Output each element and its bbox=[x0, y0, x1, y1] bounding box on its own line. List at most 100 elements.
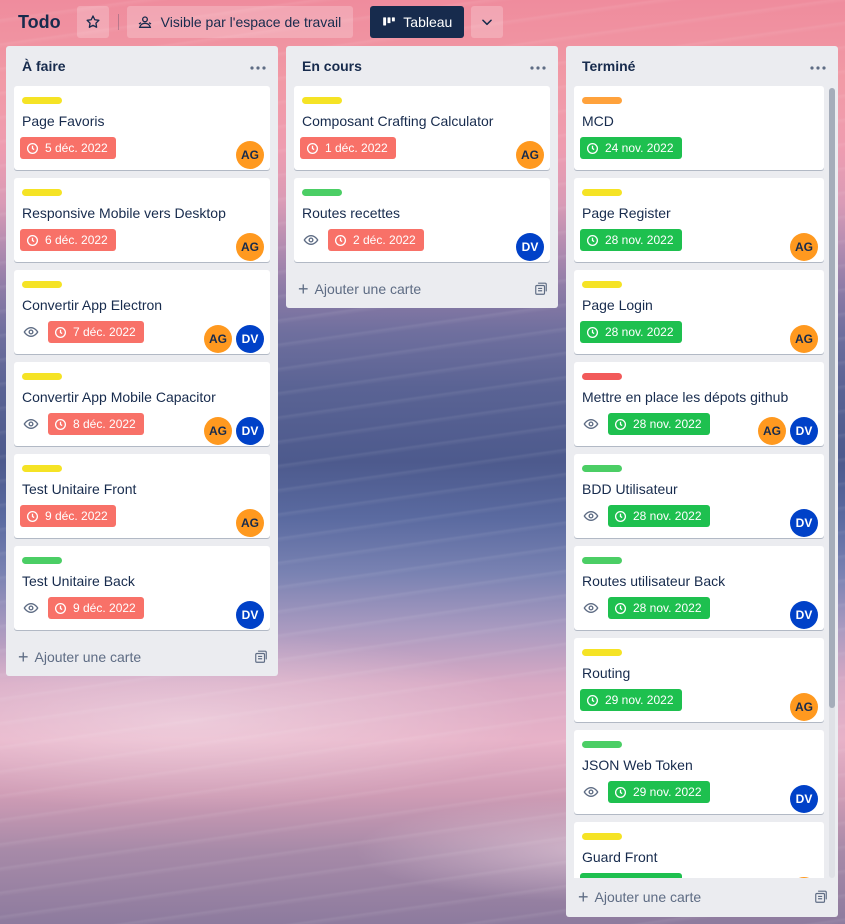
card[interactable]: Guard Front 30 nov. 2022 AG bbox=[574, 822, 824, 878]
card[interactable]: Test Unitaire Back 9 déc. 2022 DV bbox=[14, 546, 270, 630]
view-switcher-button[interactable] bbox=[471, 6, 504, 38]
add-card-button[interactable]: + Ajouter une carte bbox=[286, 270, 558, 308]
card[interactable]: Page Favoris 5 déc. 2022 AG bbox=[14, 86, 270, 170]
card-label-yellow[interactable] bbox=[582, 833, 622, 840]
card-label-green[interactable] bbox=[582, 465, 622, 472]
avatar[interactable]: DV bbox=[790, 417, 818, 445]
card[interactable]: Mettre en place les dépots github 28 nov.… bbox=[574, 362, 824, 446]
clock-icon bbox=[54, 602, 73, 615]
star-button[interactable] bbox=[76, 6, 109, 38]
avatar[interactable]: DV bbox=[236, 417, 264, 445]
due-date-badge[interactable]: 1 déc. 2022 bbox=[300, 137, 396, 159]
card-label-green[interactable] bbox=[582, 741, 622, 748]
card-list: Page Favoris 5 déc. 2022 AG Responsive Mobi… bbox=[6, 86, 278, 630]
list-title[interactable]: À faire bbox=[22, 58, 66, 74]
due-date-text: 28 nov. 2022 bbox=[633, 509, 702, 523]
list-header: Terminé bbox=[566, 46, 838, 86]
due-date-badge[interactable]: 5 déc. 2022 bbox=[20, 137, 116, 159]
avatar[interactable]: AG bbox=[236, 141, 264, 169]
avatar[interactable]: AG bbox=[236, 233, 264, 261]
card[interactable]: Routes utilisateur Back 28 nov. 2022 DV bbox=[574, 546, 824, 630]
card[interactable]: Convertir App Mobile Capacitor 8 déc. 202… bbox=[14, 362, 270, 446]
card-title: JSON Web Token bbox=[582, 757, 693, 773]
card[interactable]: Responsive Mobile vers Desktop 6 déc. 202… bbox=[14, 178, 270, 262]
card-label-yellow[interactable] bbox=[22, 189, 62, 196]
avatar[interactable]: AG bbox=[236, 509, 264, 537]
avatar[interactable]: AG bbox=[204, 417, 232, 445]
card[interactable]: JSON Web Token 29 nov. 2022 DV bbox=[574, 730, 824, 814]
card[interactable]: Test Unitaire Front 9 déc. 2022 AG bbox=[14, 454, 270, 538]
card-label-green[interactable] bbox=[22, 557, 62, 564]
due-date-badge[interactable]: 9 déc. 2022 bbox=[20, 505, 116, 527]
card[interactable]: BDD Utilisateur 28 nov. 2022 DV bbox=[574, 454, 824, 538]
due-date-badge[interactable]: 8 déc. 2022 bbox=[48, 413, 144, 435]
list-menu-button[interactable] bbox=[530, 61, 546, 71]
due-date-badge[interactable]: 28 nov. 2022 bbox=[608, 413, 710, 435]
eye-icon bbox=[580, 413, 602, 435]
avatar[interactable]: AG bbox=[790, 693, 818, 721]
list-title[interactable]: En cours bbox=[302, 58, 362, 74]
avatar[interactable]: AG bbox=[790, 325, 818, 353]
avatar[interactable]: AG bbox=[204, 325, 232, 353]
card[interactable]: Page Register 28 nov. 2022 AG bbox=[574, 178, 824, 262]
avatar[interactable]: DV bbox=[790, 601, 818, 629]
due-date-badge[interactable]: 30 nov. 2022 bbox=[580, 873, 682, 878]
card-label-yellow[interactable] bbox=[582, 281, 622, 288]
add-card-button[interactable]: + Ajouter une carte bbox=[6, 638, 278, 676]
list-title[interactable]: Terminé bbox=[582, 58, 635, 74]
avatar[interactable]: DV bbox=[790, 509, 818, 537]
card-template-icon[interactable] bbox=[254, 650, 268, 664]
due-date-badge[interactable]: 28 nov. 2022 bbox=[608, 505, 710, 527]
card[interactable]: Page Login 28 nov. 2022 AG bbox=[574, 270, 824, 354]
due-date-badge[interactable]: 2 déc. 2022 bbox=[328, 229, 424, 251]
card[interactable]: Composant Crafting Calculator 1 déc. 2022… bbox=[294, 86, 550, 170]
card-label-green[interactable] bbox=[582, 557, 622, 564]
card-template-icon[interactable] bbox=[534, 282, 548, 296]
board-view-button[interactable]: Tableau bbox=[370, 6, 465, 38]
due-date-text: 2 déc. 2022 bbox=[353, 233, 416, 247]
due-date-badge[interactable]: 28 nov. 2022 bbox=[580, 229, 682, 251]
card[interactable]: Convertir App Electron 7 déc. 2022 AG DV bbox=[14, 270, 270, 354]
due-date-badge[interactable]: 24 nov. 2022 bbox=[580, 137, 682, 159]
due-date-text: 28 nov. 2022 bbox=[633, 601, 702, 615]
card[interactable]: Routes recettes 2 déc. 2022 DV bbox=[294, 178, 550, 262]
due-date-text: 7 déc. 2022 bbox=[73, 325, 136, 339]
card-label-yellow[interactable] bbox=[22, 373, 62, 380]
avatar[interactable]: DV bbox=[236, 325, 264, 353]
due-date-badge[interactable]: 28 nov. 2022 bbox=[608, 597, 710, 619]
card-label-yellow[interactable] bbox=[22, 97, 62, 104]
list-menu-button[interactable] bbox=[810, 61, 826, 71]
avatar[interactable]: AG bbox=[790, 233, 818, 261]
due-date-badge[interactable]: 29 nov. 2022 bbox=[580, 689, 682, 711]
avatar[interactable]: AG bbox=[790, 877, 818, 878]
card-label-yellow[interactable] bbox=[302, 97, 342, 104]
due-date-badge[interactable]: 29 nov. 2022 bbox=[608, 781, 710, 803]
avatar[interactable]: AG bbox=[758, 417, 786, 445]
card[interactable]: Routing 29 nov. 2022 AG bbox=[574, 638, 824, 722]
clock-icon bbox=[586, 326, 605, 339]
due-date-badge[interactable]: 28 nov. 2022 bbox=[580, 321, 682, 343]
card-label-green[interactable] bbox=[302, 189, 342, 196]
avatar[interactable]: DV bbox=[516, 233, 544, 261]
card-label-yellow[interactable] bbox=[582, 189, 622, 196]
due-date-badge[interactable]: 6 déc. 2022 bbox=[20, 229, 116, 251]
due-date-badge[interactable]: 7 déc. 2022 bbox=[48, 321, 144, 343]
due-date-badge[interactable]: 9 déc. 2022 bbox=[48, 597, 144, 619]
board-title[interactable]: Todo bbox=[18, 12, 61, 33]
card-title: Convertir App Electron bbox=[22, 297, 163, 313]
avatar[interactable]: DV bbox=[236, 601, 264, 629]
card-label-yellow[interactable] bbox=[22, 281, 62, 288]
card-label-red[interactable] bbox=[582, 373, 622, 380]
card-template-icon[interactable] bbox=[814, 890, 828, 904]
card-label-yellow[interactable] bbox=[22, 465, 62, 472]
list-scrollbar-thumb[interactable] bbox=[829, 88, 835, 708]
avatar[interactable]: DV bbox=[790, 785, 818, 813]
due-date-text: 9 déc. 2022 bbox=[73, 601, 136, 615]
list-menu-button[interactable] bbox=[250, 61, 266, 71]
card-label-orange[interactable] bbox=[582, 97, 622, 104]
add-card-button[interactable]: + Ajouter une carte bbox=[566, 878, 838, 916]
avatar[interactable]: AG bbox=[516, 141, 544, 169]
card[interactable]: MCD 24 nov. 2022 bbox=[574, 86, 824, 170]
visibility-button[interactable]: Visible par l'espace de travail bbox=[126, 6, 354, 38]
card-label-yellow[interactable] bbox=[582, 649, 622, 656]
